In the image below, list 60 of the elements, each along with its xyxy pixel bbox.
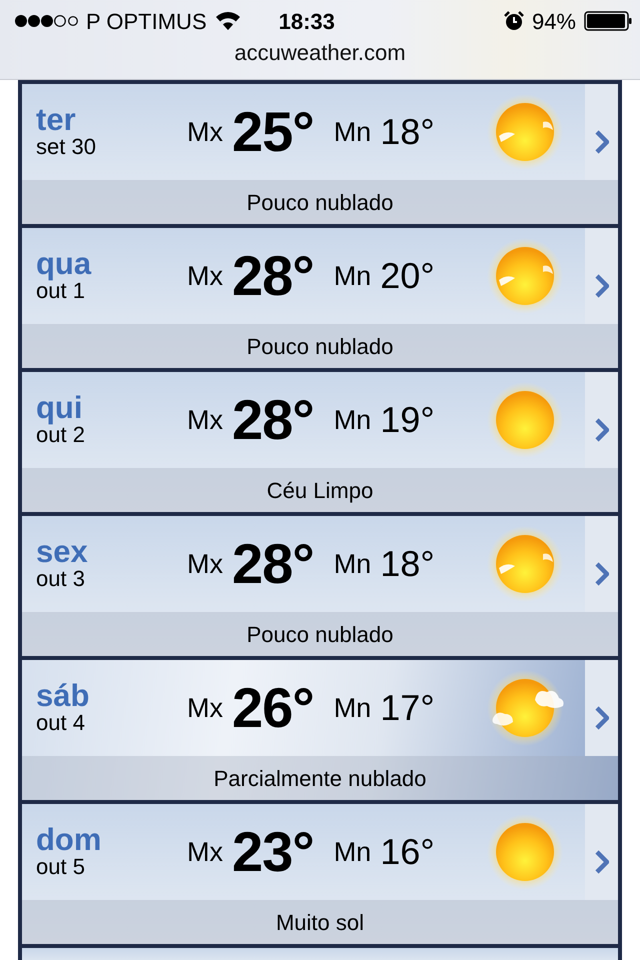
chevron-icon[interactable] bbox=[594, 706, 608, 730]
battery-icon bbox=[584, 11, 632, 31]
min-temperature: 16° bbox=[380, 834, 435, 870]
min-label: Mn bbox=[334, 836, 372, 869]
max-temperature: 28° bbox=[232, 536, 314, 592]
carrier-name: P OPTIMUS bbox=[86, 8, 207, 36]
min-temperature: 17° bbox=[380, 690, 435, 726]
date: out 4 bbox=[36, 711, 86, 736]
alarm-icon bbox=[504, 11, 524, 31]
date: out 3 bbox=[36, 567, 86, 592]
min-temperature: 18° bbox=[380, 546, 435, 582]
condition-text: Pouco nublado bbox=[246, 332, 394, 360]
min-temperature: 20° bbox=[380, 258, 435, 294]
date: out 1 bbox=[36, 279, 85, 304]
condition-text: Muito sol bbox=[276, 908, 364, 936]
max-label: Mx bbox=[187, 836, 223, 869]
min-label: Mn bbox=[334, 692, 372, 725]
weekday: sáb bbox=[36, 680, 90, 712]
chevron-icon[interactable] bbox=[594, 418, 608, 442]
sun-icon bbox=[485, 812, 565, 892]
weekday: sex bbox=[36, 536, 89, 568]
min-temperature: 19° bbox=[380, 402, 435, 438]
sun-cloud-icon bbox=[485, 236, 565, 316]
sun-cloud-icon bbox=[485, 524, 565, 604]
weekday: dom bbox=[36, 824, 102, 856]
wifi-icon bbox=[214, 11, 241, 31]
chevron-icon[interactable] bbox=[594, 274, 608, 298]
max-label: Mx bbox=[187, 116, 223, 149]
condition-text: Parcialmente nublado bbox=[214, 764, 426, 792]
chevron-icon[interactable] bbox=[594, 562, 608, 586]
weekday: ter bbox=[36, 104, 77, 136]
date: set 30 bbox=[36, 135, 97, 160]
sun-cloud-icon bbox=[485, 92, 565, 172]
max-temperature: 28° bbox=[232, 392, 314, 448]
battery-percent: 94% bbox=[532, 8, 576, 36]
page-address[interactable]: accuweather.com bbox=[234, 42, 406, 64]
sun-icon bbox=[485, 380, 565, 460]
date: out 5 bbox=[36, 855, 86, 880]
chevron-icon[interactable] bbox=[594, 130, 608, 154]
max-label: Mx bbox=[187, 404, 223, 437]
weekday: qui bbox=[36, 392, 84, 424]
condition-text: Pouco nublado bbox=[246, 188, 394, 216]
max-temperature: 28° bbox=[232, 248, 314, 304]
min-label: Mn bbox=[334, 548, 372, 581]
clock-time: 18:33 bbox=[278, 8, 335, 36]
max-label: Mx bbox=[187, 692, 223, 725]
date: out 2 bbox=[36, 423, 86, 448]
max-temperature: 26° bbox=[232, 680, 314, 736]
max-label: Mx bbox=[187, 260, 223, 293]
min-temperature: 18° bbox=[380, 114, 435, 150]
signal-icon bbox=[14, 14, 78, 28]
condition-text: Pouco nublado bbox=[246, 620, 394, 648]
min-label: Mn bbox=[334, 116, 372, 149]
min-label: Mn bbox=[334, 260, 372, 293]
max-temperature: 25° bbox=[232, 104, 314, 160]
chevron-icon[interactable] bbox=[594, 850, 608, 874]
max-temperature: 23° bbox=[232, 824, 314, 880]
min-label: Mn bbox=[334, 404, 372, 437]
condition-text: Céu Limpo bbox=[266, 476, 374, 505]
max-label: Mx bbox=[187, 548, 223, 581]
